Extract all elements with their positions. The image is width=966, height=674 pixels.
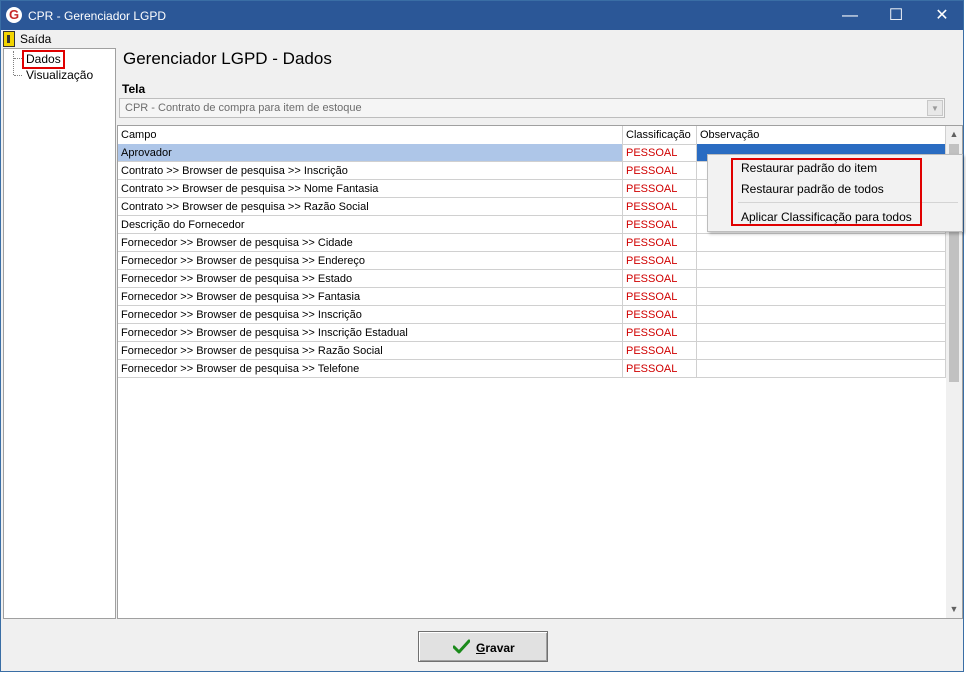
cell-classificacao[interactable]: PESSOAL [623, 234, 697, 252]
cell-classificacao[interactable]: PESSOAL [623, 216, 697, 234]
cell-campo[interactable]: Contrato >> Browser de pesquisa >> Razão… [118, 198, 623, 216]
cell-observacao[interactable] [697, 342, 946, 360]
cell-campo[interactable]: Contrato >> Browser de pesquisa >> Nome … [118, 180, 623, 198]
cell-classificacao[interactable]: PESSOAL [623, 342, 697, 360]
scroll-down-icon[interactable]: ▼ [946, 601, 962, 618]
cell-campo[interactable]: Fornecedor >> Browser de pesquisa >> Raz… [118, 342, 623, 360]
menu-item-saida[interactable]: Saída [3, 31, 51, 47]
tree-item-visualizacao[interactable]: Visualização [24, 68, 95, 83]
window-title: CPR - Gerenciador LGPD [28, 9, 167, 23]
page-title: Gerenciador LGPD - Dados [123, 49, 332, 68]
close-button[interactable]: ✕ [919, 1, 965, 30]
table-row[interactable]: Fornecedor >> Browser de pesquisa >> Fan… [118, 288, 946, 306]
cell-classificacao[interactable]: PESSOAL [623, 162, 697, 180]
cell-classificacao[interactable]: PESSOAL [623, 324, 697, 342]
cell-classificacao[interactable]: PESSOAL [623, 144, 697, 162]
table-row[interactable]: Fornecedor >> Browser de pesquisa >> Tel… [118, 360, 946, 378]
cell-classificacao[interactable]: PESSOAL [623, 288, 697, 306]
cell-observacao[interactable] [697, 306, 946, 324]
scroll-up-icon[interactable]: ▲ [946, 126, 962, 143]
highlight-box [731, 158, 922, 226]
screen-select-value: CPR - Contrato de compra para item de es… [125, 102, 362, 114]
column-header-observacao[interactable]: Observação [697, 126, 946, 144]
cell-campo[interactable]: Fornecedor >> Browser de pesquisa >> Tel… [118, 360, 623, 378]
menu-bar: Saída [1, 30, 963, 48]
cell-campo[interactable]: Aprovador [118, 144, 623, 162]
cell-observacao[interactable] [697, 360, 946, 378]
cell-classificacao[interactable]: PESSOAL [623, 306, 697, 324]
cell-campo[interactable]: Fornecedor >> Browser de pesquisa >> Ins… [118, 324, 623, 342]
cell-classificacao[interactable]: PESSOAL [623, 180, 697, 198]
tree-connector [13, 51, 14, 75]
table-row[interactable]: Fornecedor >> Browser de pesquisa >> End… [118, 252, 946, 270]
screen-label: Tela [122, 82, 146, 96]
table-row[interactable]: Fornecedor >> Browser de pesquisa >> Ins… [118, 306, 946, 324]
column-header-campo[interactable]: Campo [118, 126, 623, 144]
save-label-accelerator: G [476, 641, 486, 655]
cell-campo[interactable]: Fornecedor >> Browser de pesquisa >> Cid… [118, 234, 623, 252]
cell-classificacao[interactable]: PESSOAL [623, 252, 697, 270]
green-check-icon [453, 639, 470, 654]
cell-campo[interactable]: Fornecedor >> Browser de pesquisa >> End… [118, 252, 623, 270]
cell-campo[interactable]: Fornecedor >> Browser de pesquisa >> Est… [118, 270, 623, 288]
table-row[interactable]: Fornecedor >> Browser de pesquisa >> Cid… [118, 234, 946, 252]
cell-observacao[interactable] [697, 252, 946, 270]
grid-header: Campo Classificação Observação [118, 126, 946, 145]
save-label-rest: ravar [485, 641, 515, 655]
cell-classificacao[interactable]: PESSOAL [623, 360, 697, 378]
cell-observacao[interactable] [697, 324, 946, 342]
cell-campo[interactable]: Fornecedor >> Browser de pesquisa >> Ins… [118, 306, 623, 324]
table-row[interactable]: Fornecedor >> Browser de pesquisa >> Raz… [118, 342, 946, 360]
cell-observacao[interactable] [697, 288, 946, 306]
title-bar[interactable]: G CPR - Gerenciador LGPD — ☐ ✕ [1, 1, 963, 30]
context-menu: Restaurar padrão do item Restaurar padrã… [707, 154, 963, 232]
navigation-tree: Dados Visualização [3, 48, 116, 619]
table-row[interactable]: Fornecedor >> Browser de pesquisa >> Ins… [118, 324, 946, 342]
table-row[interactable]: Fornecedor >> Browser de pesquisa >> Est… [118, 270, 946, 288]
minimize-button[interactable]: — [827, 1, 873, 30]
tree-connector [14, 75, 22, 76]
cell-observacao[interactable] [697, 270, 946, 288]
tree-item-dados[interactable]: Dados [22, 50, 65, 69]
cell-campo[interactable]: Fornecedor >> Browser de pesquisa >> Fan… [118, 288, 623, 306]
menu-item-label: Saída [20, 32, 52, 46]
cell-campo[interactable]: Descrição do Fornecedor [118, 216, 623, 234]
maximize-button[interactable]: ☐ [873, 1, 919, 30]
save-button[interactable]: Gravar [418, 631, 548, 662]
tree-connector [14, 58, 22, 59]
app-logo-icon: G [6, 7, 22, 23]
cell-campo[interactable]: Contrato >> Browser de pesquisa >> Inscr… [118, 162, 623, 180]
chevron-down-icon[interactable]: ▼ [927, 100, 943, 116]
cell-observacao[interactable] [697, 234, 946, 252]
cell-classificacao[interactable]: PESSOAL [623, 270, 697, 288]
exit-door-icon [3, 31, 15, 47]
screen-select[interactable]: CPR - Contrato de compra para item de es… [119, 98, 945, 118]
save-button-label: Gravar [476, 641, 515, 655]
column-header-classificacao[interactable]: Classificação [623, 126, 697, 144]
app-window: G CPR - Gerenciador LGPD — ☐ ✕ Saída Dad… [0, 0, 964, 672]
cell-classificacao[interactable]: PESSOAL [623, 198, 697, 216]
